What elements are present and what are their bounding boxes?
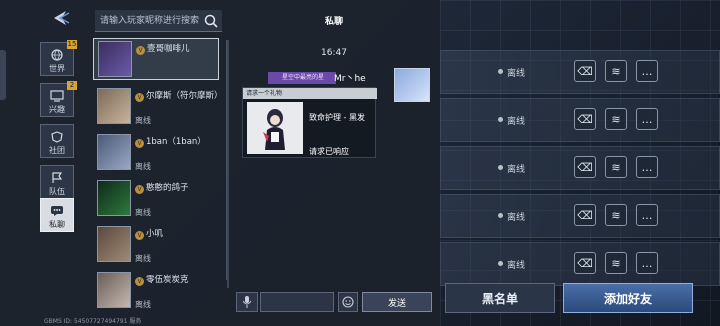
player-id-footer: GBMS ID: 54507727494791 服务 xyxy=(44,318,142,325)
nav-item-club[interactable]: 社团 xyxy=(40,124,74,158)
nav-item-private-chat[interactable]: 私聊 xyxy=(40,198,74,232)
manage-icon[interactable]: ≋ xyxy=(605,204,627,226)
message-icon[interactable]: … xyxy=(636,156,658,178)
side-handle[interactable] xyxy=(0,50,6,100)
friend-item[interactable]: V 1ban（1ban） 离线 xyxy=(93,132,219,174)
unread-badge: 15 xyxy=(67,40,77,49)
friend-item[interactable]: V 憨憨的鸽子 离线 xyxy=(93,178,219,220)
chat-scrollbar[interactable] xyxy=(227,40,229,288)
flag-icon xyxy=(52,172,63,183)
friend-status: 离线 xyxy=(135,208,151,217)
message-input[interactable] xyxy=(260,292,334,312)
blacklist-button[interactable]: 黑名单 xyxy=(445,283,555,313)
voice-button[interactable] xyxy=(236,292,258,312)
avatar xyxy=(97,88,131,124)
sender-name: Mr丶he xyxy=(334,74,366,84)
message-icon[interactable]: … xyxy=(636,108,658,130)
friend-status: 离线 xyxy=(135,116,151,125)
avatar xyxy=(97,134,131,170)
gift-item-name: 致命护理 - 黑发 xyxy=(309,113,365,122)
delete-icon[interactable]: ⌫ xyxy=(574,108,596,130)
smiley-icon xyxy=(342,296,354,308)
message-icon[interactable]: … xyxy=(636,252,658,274)
background-row[interactable]: 离线 ⌫ ≋ … xyxy=(440,50,720,94)
interest-icon xyxy=(50,90,64,102)
friend-name: V 尔摩斯（符尔摩斯） xyxy=(135,90,217,102)
friend-status: 离线 xyxy=(135,300,151,309)
message-icon[interactable]: … xyxy=(636,60,658,82)
nav-label: 世界 xyxy=(49,64,65,73)
friend-status: 离线 xyxy=(135,162,151,171)
delete-icon[interactable]: ⌫ xyxy=(574,204,596,226)
row-status: 离线 xyxy=(497,66,525,79)
nav-item-team[interactable]: 队伍 xyxy=(40,165,74,199)
message-icon[interactable]: … xyxy=(636,204,658,226)
row-status: 离线 xyxy=(497,258,525,271)
manage-icon[interactable]: ≋ xyxy=(605,252,627,274)
social-screen: 离线 ⌫ ≋ … 离线 ⌫ ≋ … 离线 ⌫ ≋ … 离线 ⌫ ≋ … 离线 ⌫… xyxy=(0,0,720,326)
friend-item[interactable]: V 尔摩斯（符尔摩斯） 离线 xyxy=(93,86,219,128)
search-icon[interactable] xyxy=(204,14,218,28)
friend-item[interactable]: V 零伍炭炭克 离线 xyxy=(93,270,219,312)
manage-icon[interactable]: ≋ xyxy=(605,108,627,130)
outfit-image xyxy=(247,102,303,154)
chat-title: 私聊 xyxy=(324,17,343,27)
friend-name: V 憨憨的鸽子 xyxy=(135,182,217,194)
friend-name: V 1ban（1ban） xyxy=(135,136,217,148)
nav-item-interest[interactable]: 兴趣 2 xyxy=(40,81,77,117)
avatar xyxy=(98,41,132,77)
background-row[interactable]: 离线 ⌫ ≋ … xyxy=(440,146,720,190)
request-status: 请求已响应 xyxy=(309,147,349,156)
gift-request-card[interactable]: 请求一个礼物 致命护理 - 黑发 请求已响应 xyxy=(242,87,377,158)
nav-label: 社团 xyxy=(49,146,65,155)
avatar xyxy=(97,272,131,308)
friend-item[interactable]: V 壹哥咖啡儿 xyxy=(93,38,219,80)
manage-icon[interactable]: ≋ xyxy=(605,60,627,82)
delete-icon[interactable]: ⌫ xyxy=(574,60,596,82)
character-illustration xyxy=(247,102,303,154)
chat-area: 私聊 16:47 星空中最亮的星 Mr丶he 请求一个礼物 致命护理 - 黑发 … xyxy=(230,0,438,326)
emoji-button[interactable] xyxy=(338,292,358,312)
manage-icon[interactable]: ≋ xyxy=(605,156,627,178)
background-row[interactable]: 离线 ⌫ ≋ … xyxy=(440,194,720,238)
nav-label: 兴趣 xyxy=(49,105,65,114)
message-timestamp: 16:47 xyxy=(321,48,347,58)
nav-label: 队伍 xyxy=(49,187,65,196)
avatar xyxy=(97,180,131,216)
microphone-icon xyxy=(242,296,252,308)
card-header: 请求一个礼物 xyxy=(243,88,377,99)
friend-list: V 壹哥咖啡儿 V 尔摩斯（符尔摩斯） 离线 V 1ban（1ban） 离线 V 憨憨的… xyxy=(93,38,223,313)
nav-item-world[interactable]: 世界 15 xyxy=(40,40,77,76)
friend-item[interactable]: V 小叽 离线 xyxy=(93,224,219,266)
send-button[interactable]: 发送 xyxy=(362,292,432,312)
chat-bubble-icon xyxy=(51,206,63,216)
background-friend-list: 离线 ⌫ ≋ … 离线 ⌫ ≋ … 离线 ⌫ ≋ … 离线 ⌫ ≋ … 离线 ⌫… xyxy=(440,40,720,286)
private-chat-panel: 世界 15 兴趣 2 社团 队伍 私聊 请输入玩家昵称进行搜索 V 壹哥咖啡儿 … xyxy=(0,0,440,326)
row-status: 离线 xyxy=(497,114,525,127)
friend-name: V 零伍炭炭克 xyxy=(135,274,217,286)
avatar xyxy=(97,226,131,262)
row-status: 离线 xyxy=(497,162,525,175)
add-friend-button[interactable]: 添加好友 xyxy=(563,283,693,313)
sender-title-badge: 星空中最亮的星 xyxy=(268,72,336,84)
search-input[interactable] xyxy=(100,13,200,29)
friend-name: V 壹哥咖啡儿 xyxy=(136,43,218,55)
back-arrow-icon[interactable] xyxy=(50,9,70,27)
friend-status: 离线 xyxy=(135,254,151,263)
nav-label: 私聊 xyxy=(49,220,65,229)
delete-icon[interactable]: ⌫ xyxy=(574,252,596,274)
background-row[interactable]: 离线 ⌫ ≋ … xyxy=(440,98,720,142)
sender-avatar[interactable] xyxy=(394,68,430,102)
friend-name: V 小叽 xyxy=(135,228,217,240)
club-icon xyxy=(51,131,63,143)
row-status: 离线 xyxy=(497,210,525,223)
player-search[interactable] xyxy=(95,10,222,32)
background-row[interactable]: 离线 ⌫ ≋ … xyxy=(440,242,720,286)
unread-badge: 2 xyxy=(67,81,77,90)
delete-icon[interactable]: ⌫ xyxy=(574,156,596,178)
globe-icon xyxy=(51,49,63,61)
